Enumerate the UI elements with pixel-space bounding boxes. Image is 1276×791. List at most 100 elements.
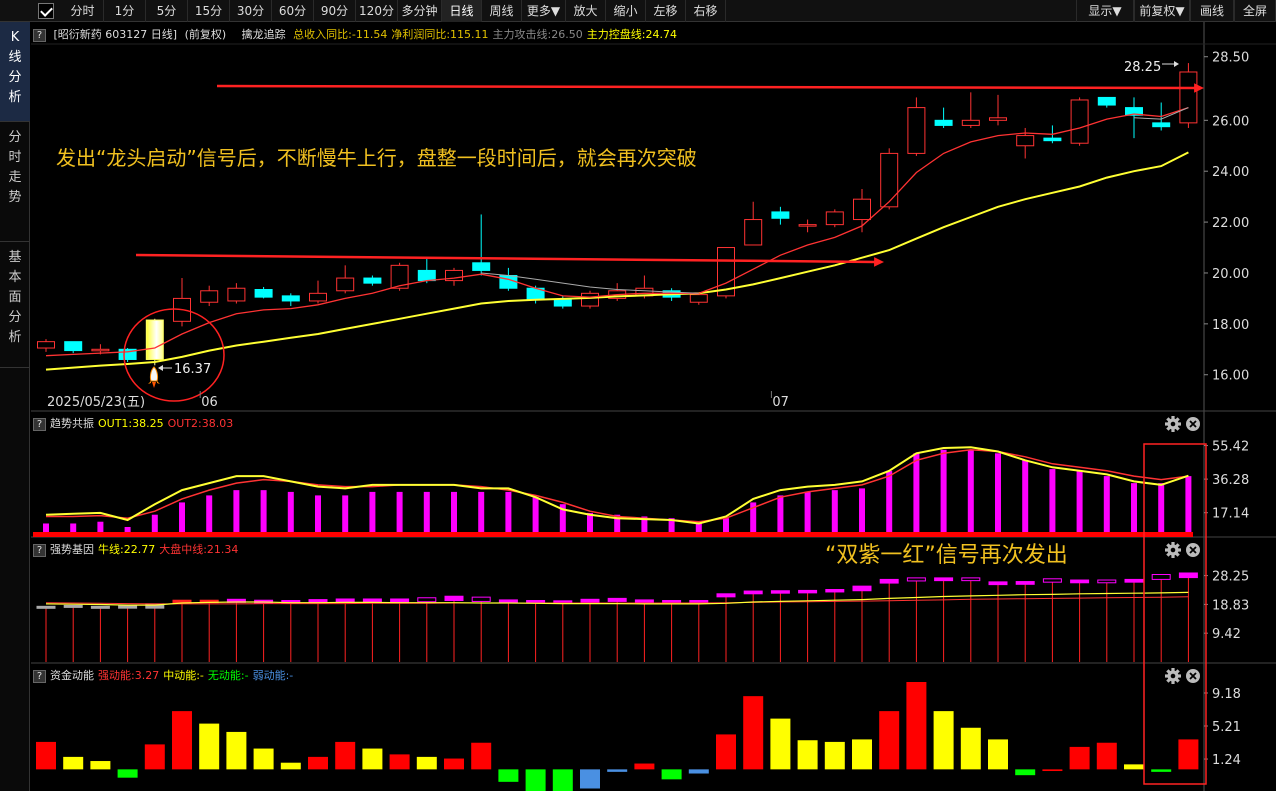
panel-header-1: ? 趋势共振 OUT1:38.25 OUT2:38.03 [33,413,237,435]
candle-body-31 [880,152,899,208]
trend-out2-line-0 [46,449,1189,523]
trend-bar-42 [1185,476,1192,534]
ytick-label-0-4: 24.00 [1212,165,1249,180]
candle-body-39 [1097,96,1116,106]
gene-box-38 [1070,579,1090,584]
resistance-arrow-lower [135,253,884,267]
fund-bar-22 [634,763,655,770]
resistance-arrow-upper-head [1194,83,1204,93]
adjust-mode: (前复权) [184,28,227,41]
ytick-label-1-2: 17.14 [1212,507,1249,522]
candle-1 [64,341,83,354]
fund-bar-35 [988,739,1008,770]
low-price-label: 16.37 [158,362,211,377]
help-icon[interactable]: ? [33,417,46,431]
trend-out1-line-0 [45,446,1189,525]
help-icon[interactable]: ? [33,669,46,683]
gene-box-27 [770,590,790,594]
ytick-label-0-5: 26.00 [1212,114,1249,129]
rocket-body [149,366,159,382]
candle-body-34 [961,119,980,126]
fund-bar-27 [770,718,791,770]
gear-icon[interactable] [1165,416,1181,432]
signal-highlight-box [1143,443,1207,785]
fund-bar-8 [253,748,274,770]
panel-title-1: 趋势共振 [50,417,94,430]
gear-icon[interactable] [1165,668,1181,684]
gene-box-15 [444,595,464,602]
fund-bar-25 [716,734,736,770]
gene-box-28 [798,589,818,594]
annotation-main-text: 发出“龙头启动”信号后，不断慢牛上行，盘整一段时间后，就会再次突破 [56,146,697,170]
close-icon[interactable] [1186,417,1200,431]
indicator-values: 总收入同比:-11.54 净利润同比:115.11 主力攻击线:26.50 主力控盘线… [293,28,681,41]
fund-bar-41 [1151,769,1172,772]
gene-box-25 [716,593,736,598]
ytick-label-3-1: 5.21 [1212,720,1241,735]
candle-28 [798,219,817,233]
candle-0 [37,339,55,352]
trend-bar-28 [804,491,811,534]
fund-bar-7 [226,731,247,770]
candle-body-9 [281,295,300,302]
trend-bar-34 [967,449,974,534]
fund-bar-5 [172,711,192,770]
resistance-arrow-upper-shaft [216,84,1197,90]
candle-27 [771,206,790,225]
gene-box-12 [362,598,382,603]
candle-body-27 [771,211,790,219]
gear-icon[interactable] [1165,542,1181,558]
panel-header-3: ? 资金动能 强动能:3.27 中动能:- 无动能:- 弱动能:- [33,665,297,687]
candle-body-7 [227,287,246,302]
candle-3 [118,348,137,363]
ytick-label-0-2: 20.00 [1212,267,1249,282]
panel-legend-1-1: OUT2:38.03 [167,417,234,430]
candle-20 [581,290,599,309]
trend-bar-6 [206,495,213,534]
gene-box-18 [526,600,546,604]
fund-bar-37 [1042,769,1063,772]
panel-legend-3-0: 强动能:3.27 [98,669,160,682]
fund-bar-29 [824,741,845,770]
candle-5 [173,278,191,327]
gear-hole [1170,547,1176,553]
candle-body-37 [1043,137,1062,142]
candle-body-10 [309,292,327,302]
candle-body-38 [1070,99,1089,144]
ytick-label-0-6: 28.50 [1212,51,1249,66]
indicator-value-1: 净利润同比:115.11 [391,28,489,41]
help-icon[interactable]: ? [33,28,46,42]
candle-body-30 [853,198,871,221]
trend-bar-35 [995,453,1001,534]
gene-box-31 [879,578,899,584]
trend-bar-12 [369,491,376,534]
panel-legend-2-0: 牛线:22.77 [98,543,156,556]
trend-bar-20 [587,512,593,534]
candle-body-16 [472,262,491,271]
close-icon[interactable] [1186,543,1200,557]
fund-bar-19 [552,769,573,791]
trend-bar-13 [396,491,403,534]
help-icon[interactable]: ? [33,543,46,557]
gene-box-30 [852,585,872,592]
close-icon[interactable] [1186,669,1200,683]
fund-bar-13 [389,754,410,770]
gene-box-35 [988,581,1008,586]
panel-legend-1-0: OUT1:38.25 [98,417,164,430]
fund-bar-26 [743,696,764,770]
rocket-flame [152,382,156,388]
annotation-signal-text: “双紫一红”信号再次发出 [825,543,1068,568]
gene-box-17 [498,599,518,604]
gene-box-39 [1097,579,1117,584]
ytick-label-1-1: 36.28 [1212,473,1249,488]
candle-body-12 [363,277,382,284]
candle-31 [880,148,899,210]
gene-box-42 [1178,572,1198,579]
fund-bar-18 [525,769,546,791]
signal-circle [123,308,225,402]
candle-11 [336,265,355,294]
stock-title: [昭衍新药 603127 日线] [53,28,178,41]
resistance-arrow-upper [216,83,1204,93]
fund-bar-3 [117,769,138,778]
fund-bar-11 [335,741,356,770]
